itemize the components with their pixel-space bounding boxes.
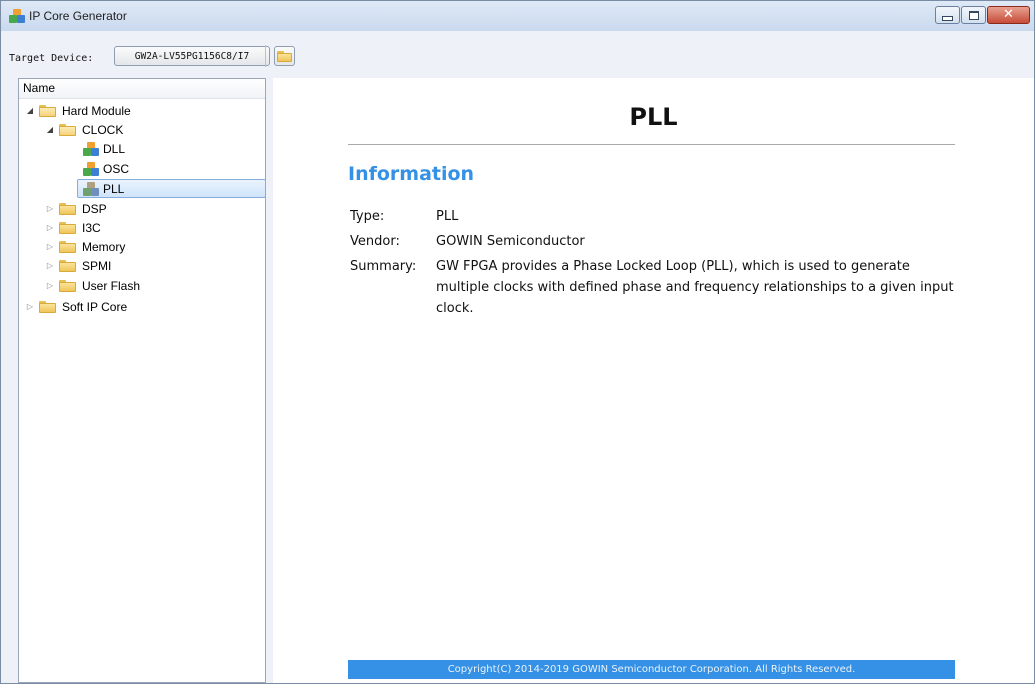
ip-info-panel: PLL Information Type: PLL Vendor: GOWIN … — [273, 78, 1034, 683]
maximize-button[interactable] — [961, 6, 986, 24]
expand-arrow-icon[interactable]: ◢ — [45, 120, 55, 139]
tree-item-i3c[interactable]: ▷ I3C — [45, 218, 101, 237]
ip-core-icon — [83, 141, 99, 156]
tree-item-user-flash[interactable]: ▷ User Flash — [45, 276, 140, 295]
tree-item-soft-ip-core[interactable]: ▷ Soft IP Core — [25, 297, 127, 316]
maximize-icon — [968, 10, 979, 20]
open-folder-button[interactable] — [274, 46, 295, 66]
window-controls: ✕ — [935, 6, 1030, 24]
tree-item-label: CLOCK — [82, 122, 124, 137]
folder-icon — [59, 259, 77, 272]
tree-item-label: I3C — [82, 220, 101, 235]
tree-item-dsp[interactable]: ▷ DSP — [45, 199, 107, 218]
collapse-arrow-icon[interactable]: ▷ — [25, 297, 35, 316]
close-icon: ✕ — [1003, 7, 1014, 22]
target-device-button[interactable]: GW2A-LV55PG1156C8/I7 — [114, 46, 270, 66]
tree-column-header[interactable]: Name — [19, 79, 265, 99]
toolbar-separator — [265, 45, 266, 67]
page-title: PLL — [629, 103, 678, 131]
tree-item-memory[interactable]: ▷ Memory — [45, 237, 125, 256]
ip-core-icon — [83, 181, 99, 196]
folder-open-icon — [39, 104, 57, 117]
title-divider — [348, 144, 955, 145]
info-value: PLL — [436, 209, 459, 224]
tree-item-label: Soft IP Core — [62, 299, 128, 314]
minimize-icon — [942, 15, 953, 21]
window-title: IP Core Generator — [29, 9, 127, 23]
folder-open-icon — [59, 123, 77, 136]
info-key: Vendor: — [350, 234, 400, 249]
tree-item-label: DLL — [103, 141, 126, 156]
collapse-arrow-icon[interactable]: ▷ — [45, 199, 55, 218]
tree-item-label: User Flash — [82, 278, 141, 293]
folder-icon — [59, 221, 77, 234]
minimize-button[interactable] — [935, 6, 960, 24]
folder-icon — [39, 300, 57, 313]
close-button[interactable]: ✕ — [987, 6, 1030, 24]
tree-item-pll[interactable]: PLL — [77, 179, 266, 198]
ip-core-icon — [83, 161, 99, 176]
section-title: Information — [348, 163, 475, 185]
tree-item-dll[interactable]: DLL — [81, 139, 125, 158]
collapse-arrow-icon[interactable]: ▷ — [45, 256, 55, 275]
collapse-arrow-icon[interactable]: ▷ — [45, 237, 55, 256]
folder-icon — [59, 240, 77, 253]
tree-item-hard-module[interactable]: ◢ Hard Module — [25, 101, 131, 120]
target-device-label: Target Device: — [9, 53, 94, 64]
tree-item-clock[interactable]: ◢ CLOCK — [45, 120, 123, 139]
tree-item-label: OSC — [103, 161, 130, 176]
ip-core-generator-window: IP Core Generator ✕ Target Device: GW2A-… — [0, 0, 1035, 684]
tree-item-label: Hard Module — [62, 103, 131, 118]
ip-tree-panel: Name ◢ Hard Module ◢ CLOCK DLL OSC PLL ▷… — [18, 78, 266, 683]
tree-item-label: PLL — [103, 181, 125, 196]
tree-item-osc[interactable]: OSC — [81, 159, 129, 178]
tree-item-spmi[interactable]: ▷ SPMI — [45, 256, 111, 275]
tree-item-label: DSP — [82, 201, 107, 216]
info-key: Summary: — [350, 259, 417, 274]
folder-icon — [59, 279, 77, 292]
folder-icon — [59, 202, 77, 215]
info-value: GW FPGA provides a Phase Locked Loop (PL… — [436, 259, 954, 316]
tree-item-label: Memory — [82, 239, 126, 254]
copyright-footer: Copyright(C) 2014-2019 GOWIN Semiconduct… — [348, 660, 955, 679]
expand-arrow-icon[interactable]: ◢ — [25, 101, 35, 120]
tree-item-label: SPMI — [82, 258, 112, 273]
info-value: GOWIN Semiconductor — [436, 234, 585, 249]
collapse-arrow-icon[interactable]: ▷ — [45, 276, 55, 295]
folder-icon — [277, 50, 292, 62]
title-bar[interactable]: IP Core Generator ✕ — [1, 1, 1034, 31]
collapse-arrow-icon[interactable]: ▷ — [45, 218, 55, 237]
info-key: Type: — [350, 209, 385, 224]
